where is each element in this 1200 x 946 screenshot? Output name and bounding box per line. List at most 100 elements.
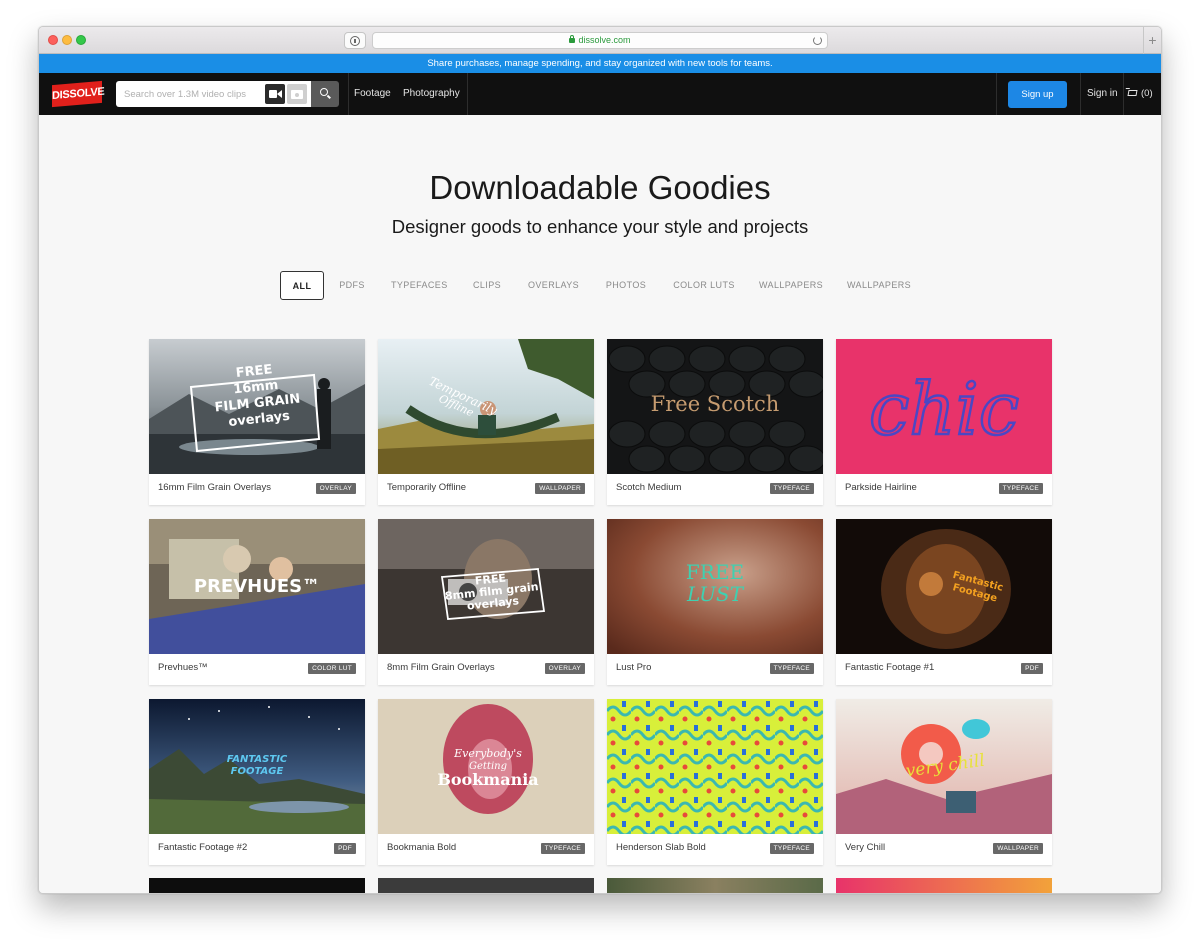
- filter-wallpapers[interactable]: WALLPAPERS: [759, 271, 823, 300]
- goodie-card-fantastic-footage-1[interactable]: Fantastic Footage Fantastic Footage #1 P…: [836, 519, 1052, 685]
- thumbnail-image[interactable]: [607, 878, 823, 893]
- thumbnail-image[interactable]: Free Scotch: [607, 339, 823, 474]
- page-title: Downloadable Goodies: [429, 169, 771, 206]
- browser-window: dissolve.com + Share purchases, manage s…: [38, 26, 1162, 894]
- thumbnail-image[interactable]: Everybody's Getting Bookmania: [378, 699, 594, 834]
- filter-pdfs[interactable]: PDFS: [335, 271, 369, 300]
- category-tag: TYPEFACE: [540, 843, 585, 854]
- card-title[interactable]: Parkside Hairline: [845, 478, 917, 498]
- nav-link-footage[interactable]: Footage: [354, 73, 391, 115]
- signin-link[interactable]: Sign in: [1087, 73, 1118, 115]
- thumbnail-image[interactable]: FREE8mm film grainoverlays: [378, 519, 594, 654]
- thumbnail-image[interactable]: [607, 699, 823, 834]
- goodie-card-prevhues[interactable]: PREVHUES™ Prevhues™ COLOR LUT: [149, 519, 365, 685]
- card-title[interactable]: Scotch Medium: [616, 478, 681, 498]
- privacy-report-icon[interactable]: [344, 32, 366, 49]
- svg-text:Bookmania: Bookmania: [437, 770, 538, 789]
- cart-icon: [1127, 90, 1138, 96]
- card-title[interactable]: Very Chill: [845, 838, 885, 858]
- filter-wallpapers-2[interactable]: WALLPAPERS: [847, 271, 911, 300]
- media-type-toggle: [263, 81, 311, 107]
- goodie-card[interactable]: [836, 878, 1052, 893]
- card-title[interactable]: Henderson Slab Bold: [616, 838, 706, 858]
- filter-all[interactable]: ALL: [280, 271, 324, 300]
- thumbnail-image[interactable]: Fantastic Footage: [836, 519, 1052, 654]
- goodie-card[interactable]: [378, 878, 594, 893]
- announcement-bar[interactable]: Share purchases, manage spending, and st…: [39, 54, 1161, 73]
- goodie-card[interactable]: [607, 878, 823, 893]
- goodie-card-lust-pro[interactable]: FREE LUST Lust Pro TYPEFACE: [607, 519, 823, 685]
- card-title[interactable]: Fantastic Footage #1: [845, 658, 934, 678]
- zoom-window-icon[interactable]: [76, 35, 86, 45]
- browser-toolbar: dissolve.com +: [39, 27, 1161, 54]
- goodie-card-8mm-film-grain[interactable]: FREE8mm film grainoverlays 8mm Film Grai…: [378, 519, 594, 685]
- goodie-card-henderson-slab-bold[interactable]: Henderson Slab Bold TYPEFACE: [607, 699, 823, 865]
- goodie-card-very-chill[interactable]: very chill Very Chill WALLPAPER: [836, 699, 1052, 865]
- cart-count: (0): [1141, 88, 1153, 99]
- new-tab-button[interactable]: +: [1143, 27, 1161, 54]
- close-window-icon[interactable]: [48, 35, 58, 45]
- nav-divider: [467, 73, 468, 115]
- thumbnail-image[interactable]: chic: [836, 339, 1052, 474]
- goodie-card-fantastic-footage-2[interactable]: FANTASTIC FOOTAGE Fantastic Footage #2 P…: [149, 699, 365, 865]
- cart-button[interactable]: (0): [1127, 73, 1153, 115]
- thumbnail-image[interactable]: PREVHUES™: [149, 519, 365, 654]
- filter-typefaces[interactable]: TYPEFACES: [391, 271, 447, 300]
- nav-divider: [348, 73, 349, 115]
- thumbnail-image[interactable]: Temporarily Offline: [378, 339, 594, 474]
- category-tag: TYPEFACE: [998, 483, 1043, 494]
- nav-link-photography[interactable]: Photography: [403, 73, 460, 115]
- search-button[interactable]: [311, 81, 339, 107]
- category-tag: PDF: [1021, 663, 1043, 674]
- site-navbar: DISSOLVE Footage Photography Sign up Sig…: [39, 73, 1161, 115]
- goodie-card-parkside-hairline[interactable]: chic Parkside Hairline TYPEFACE: [836, 339, 1052, 505]
- card-title[interactable]: 8mm Film Grain Overlays: [387, 658, 495, 678]
- url-text: dissolve.com: [578, 35, 631, 45]
- card-title[interactable]: 16mm Film Grain Overlays: [158, 478, 271, 498]
- goodie-card[interactable]: [149, 878, 365, 893]
- card-title[interactable]: Lust Pro: [616, 658, 651, 678]
- thumbnail-image[interactable]: [378, 878, 594, 893]
- card-title[interactable]: Fantastic Footage #2: [158, 838, 247, 858]
- card-title[interactable]: Bookmania Bold: [387, 838, 456, 858]
- video-camera-icon[interactable]: [265, 84, 285, 104]
- category-tag: OVERLAY: [544, 663, 585, 674]
- filter-clips[interactable]: CLIPS: [470, 271, 504, 300]
- thumbnail-image[interactable]: [836, 878, 1052, 893]
- search-input[interactable]: [116, 81, 263, 107]
- thumbnail-image[interactable]: FREE16mmFILM GRAINoverlays: [149, 339, 365, 474]
- card-title[interactable]: Temporarily Offline: [387, 478, 466, 498]
- goodie-card-scotch-medium[interactable]: Free Scotch Scotch Medium TYPEFACE: [607, 339, 823, 505]
- svg-text:LUST: LUST: [686, 582, 745, 606]
- category-tag: TYPEFACE: [769, 483, 814, 494]
- goodie-card-bookmania-bold[interactable]: Everybody's Getting Bookmania Bookmania …: [378, 699, 594, 865]
- thumbnail-image[interactable]: very chill: [836, 699, 1052, 834]
- category-tag: TYPEFACE: [769, 843, 814, 854]
- category-tag: WALLPAPER: [535, 483, 585, 494]
- nav-divider: [996, 73, 997, 115]
- filter-overlays[interactable]: OVERLAYS: [528, 271, 579, 300]
- svg-text:FOOTAGE: FOOTAGE: [231, 766, 284, 777]
- svg-text:FANTASTIC: FANTASTIC: [227, 754, 288, 765]
- category-tag: OVERLAY: [315, 483, 356, 494]
- dissolve-logo[interactable]: DISSOLVE: [52, 80, 104, 108]
- goodie-card-temporarily-offline[interactable]: Temporarily Offline Temporarily Offline …: [378, 339, 594, 505]
- reload-icon[interactable]: [813, 36, 822, 45]
- card-title[interactable]: Prevhues™: [158, 658, 208, 678]
- filter-photos[interactable]: PHOTOS: [603, 271, 649, 300]
- goodie-card-16mm-film-grain[interactable]: FREE16mmFILM GRAINoverlays 16mm Film Gra…: [149, 339, 365, 505]
- minimize-window-icon[interactable]: [62, 35, 72, 45]
- nav-divider: [1080, 73, 1081, 115]
- signup-button[interactable]: Sign up: [1008, 81, 1067, 108]
- thumbnail-image[interactable]: FANTASTIC FOOTAGE: [149, 699, 365, 834]
- nav-divider: [1123, 73, 1124, 115]
- photo-camera-icon[interactable]: [287, 84, 307, 104]
- svg-text:FREE: FREE: [686, 560, 744, 584]
- address-bar[interactable]: dissolve.com: [372, 32, 828, 49]
- page-subtitle: Designer goods to enhance your style and…: [391, 216, 809, 237]
- thumbnail-image[interactable]: [149, 878, 365, 893]
- svg-text:Free Scotch: Free Scotch: [651, 392, 780, 416]
- thumbnail-image[interactable]: FREE LUST: [607, 519, 823, 654]
- filter-color-luts[interactable]: COLOR LUTS: [673, 271, 735, 300]
- category-tag: PDF: [334, 843, 356, 854]
